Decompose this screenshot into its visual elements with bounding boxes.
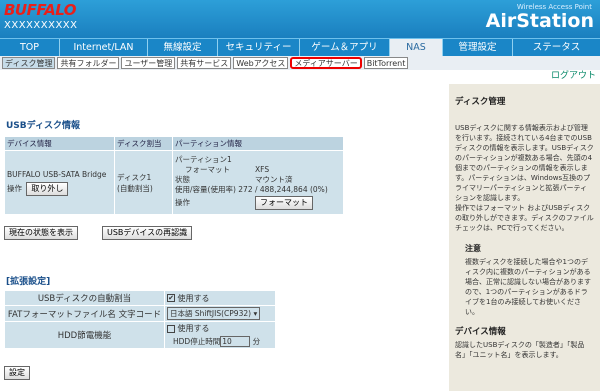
fat-select[interactable]: 日本語 ShiftJIS(CP932) ▾ — [167, 307, 261, 320]
usb-disk-table: デバイス情報 ディスク割当 パーティション情報 BUFFALO USB-SATA… — [4, 136, 344, 215]
tab-game-app[interactable]: ゲーム＆アプリ — [300, 39, 390, 56]
disk-assign: ディスク1 — [117, 172, 152, 182]
hdd-stop-unit: 分 — [252, 337, 261, 346]
tab-nas[interactable]: NAS — [390, 39, 443, 56]
show-status-button[interactable]: 現在の状態を表示 — [4, 226, 78, 240]
auto-assign-value: 使用する — [177, 293, 210, 303]
help-note-text: 複数ディスクを接続した場合や1つのディスク内に複数のパーティションがある場合、正… — [465, 258, 591, 316]
subtab-shared-service[interactable]: 共有サービス — [177, 57, 232, 69]
subtab-shared-folder[interactable]: 共有フォルダー — [57, 57, 120, 69]
brand-logo: BUFFALO — [4, 1, 77, 19]
table-row: BUFFALO USB-SATA Bridge 操作 取り外し ディスク1 (自… — [4, 150, 344, 215]
device-name: BUFFALO USB-SATA Bridge — [7, 169, 107, 179]
usb-section-title: USBディスク情報 — [6, 121, 81, 131]
subtab-bittorrent[interactable]: BitTorrent — [363, 57, 409, 69]
header-partition: パーティション情報 — [172, 136, 344, 151]
usage-value: 272 / 488,244,864 (0%) — [238, 185, 328, 194]
disk-assign-mode: (自動割当) — [117, 183, 153, 193]
help-panel: ディスク管理 USBディスクに関する情報表示および管理を行います。接続されている… — [449, 84, 600, 391]
logout-link[interactable]: ログアウト — [551, 68, 596, 81]
state-value: マウント済 — [255, 175, 293, 184]
usage-label: 使用/容量(使用率) — [175, 185, 236, 194]
subtab-user-management[interactable]: ユーザー管理 — [121, 57, 176, 69]
format-value: XFS — [255, 165, 270, 174]
help-device-text: 認識したUSBディスクの「製造者」「製品名」「ユニット名」を表示します。 — [455, 341, 585, 359]
help-paragraph-1: USBディスクに関する情報表示および管理を行います。接続されている4台までのUS… — [455, 124, 594, 202]
ext-settings-table: USBディスクの自動割当 ✔ 使用する FATフォーマットファイル名 文字コード… — [4, 290, 276, 349]
app-header: BUFFALO XXXXXXXXXX Wireless Access Point… — [0, 0, 600, 38]
help-device-title: デバイス情報 — [455, 327, 506, 337]
ext-section-title: [拡張設定] — [6, 277, 51, 287]
format-button[interactable]: フォーマット — [255, 196, 313, 210]
partition-cell: パーティション1 フォーマット XFS 状態 マウント済 使用/容量(使用率) 27… — [172, 150, 344, 215]
tab-status[interactable]: ステータス — [513, 39, 600, 56]
chevron-down-icon: ▾ — [253, 309, 258, 318]
operation-label: 操作 — [7, 183, 22, 193]
table-row: FATフォーマットファイル名 文字コード 日本語 ShiftJIS(CP932)… — [4, 305, 276, 322]
hdd-check-label: 使用する — [177, 324, 210, 333]
main-nav: TOP Internet/LAN 無線設定 セキュリティー ゲーム＆アプリ NA… — [0, 38, 600, 56]
auto-assign-checkbox[interactable]: ✔ — [167, 294, 175, 302]
help-note-title: 注意 — [465, 244, 481, 253]
disk-cell: ディスク1 (自動割当) — [114, 150, 173, 215]
fat-select-value: 日本語 ShiftJIS(CP932) — [170, 309, 252, 318]
partition-name: パーティション1 — [175, 155, 232, 164]
fat-cell: 日本語 ShiftJIS(CP932) ▾ — [164, 305, 276, 322]
auto-assign-label: USBディスクの自動割当 — [4, 290, 165, 306]
subtab-media-server[interactable]: メディアサーバー — [290, 57, 362, 69]
partition-op-label: 操作 — [175, 198, 190, 207]
submit-button[interactable]: 設定 — [4, 366, 30, 380]
device-cell: BUFFALO USB-SATA Bridge 操作 取り外し — [4, 150, 115, 215]
format-label: フォーマット — [185, 165, 230, 174]
help-paragraph-2: 操作ではフォーマット およびUSBディスクの取り外しができます。ディスクのファイ… — [455, 204, 594, 232]
sub-nav: ディスク管理 共有フォルダー ユーザー管理 共有サービス Webアクセス メディ… — [0, 56, 600, 70]
hdd-label: HDD節電機能 — [4, 321, 165, 349]
tab-internet-lan[interactable]: Internet/LAN — [60, 39, 148, 56]
auto-assign-cell: ✔ 使用する — [164, 290, 276, 306]
main-content: USBディスク情報 デバイス情報 ディスク割当 パーティション情報 BUFFAL… — [0, 84, 444, 391]
table-row: HDD節電機能 使用する HDD停止時間 10 分 — [4, 321, 276, 349]
detach-button[interactable]: 取り外し — [26, 181, 69, 196]
hdd-stop-input[interactable]: 10 — [220, 336, 251, 347]
help-title: ディスク管理 — [455, 97, 506, 107]
tab-security[interactable]: セキュリティー — [218, 39, 300, 56]
table-row: USBディスクの自動割当 ✔ 使用する — [4, 290, 276, 306]
subtab-web-access[interactable]: Webアクセス — [233, 57, 289, 69]
hdd-stop-label: HDD停止時間 — [173, 337, 221, 346]
fat-label: FATフォーマットファイル名 文字コード — [4, 305, 165, 322]
recognize-usb-button[interactable]: USBデバイスの再認識 — [102, 226, 193, 240]
tab-top[interactable]: TOP — [0, 39, 60, 56]
model-name: XXXXXXXXXX — [4, 20, 78, 31]
product-name: AirStation — [485, 10, 594, 32]
state-label: 状態 — [175, 175, 190, 184]
subtab-disk-management[interactable]: ディスク管理 — [2, 57, 56, 69]
header-disk: ディスク割当 — [114, 136, 173, 151]
header-device: デバイス情報 — [4, 136, 115, 151]
hdd-cell: 使用する HDD停止時間 10 分 — [164, 321, 276, 349]
tab-admin[interactable]: 管理設定 — [443, 39, 513, 56]
tab-wireless[interactable]: 無線設定 — [148, 39, 218, 56]
hdd-checkbox[interactable] — [167, 324, 175, 333]
